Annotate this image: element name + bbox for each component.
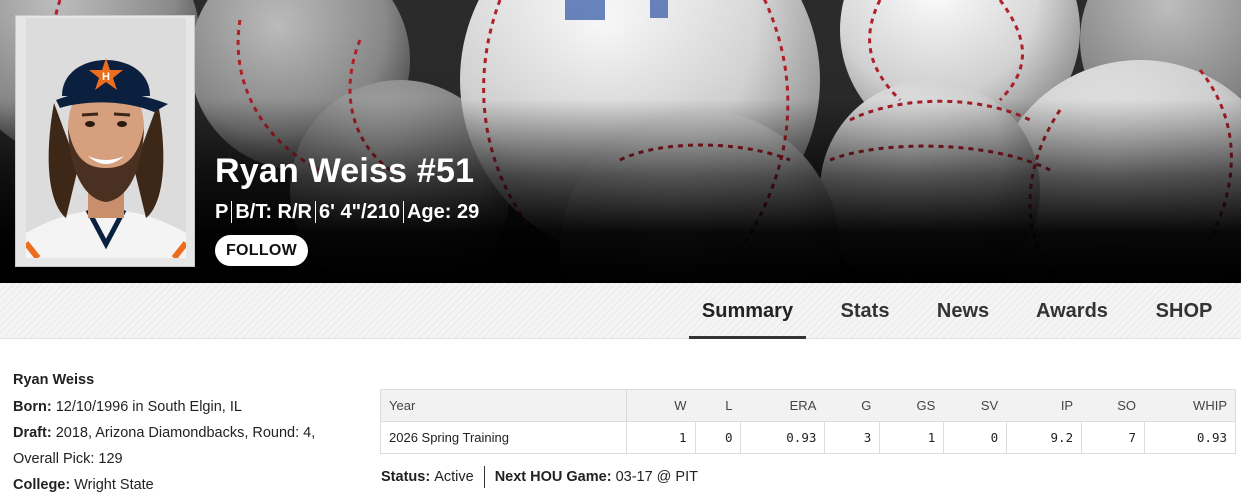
status-divider xyxy=(483,466,485,488)
stats-cell-l: 0 xyxy=(694,421,742,454)
stats-header-whip[interactable]: WHIP xyxy=(1144,389,1236,422)
stats-header-ip[interactable]: IP xyxy=(1006,389,1082,422)
stats-header-so[interactable]: SO xyxy=(1081,389,1145,422)
svg-text:H: H xyxy=(102,71,110,83)
bio-born-value: 12/10/1996 in South Elgin, IL xyxy=(55,399,242,415)
status-value: Active xyxy=(434,469,474,485)
player-headshot-image: H xyxy=(26,18,186,258)
player-bats-throws: B/T: R/R xyxy=(235,200,313,223)
stats-cell-so: 7 xyxy=(1081,421,1146,454)
status-label: Status: xyxy=(381,469,431,485)
player-hero: H Ryan Weiss #51 P B/T: R/R 6' 4"/210 Ag… xyxy=(0,0,1241,283)
stats-header-row: Year W L ERA G GS SV IP SO WHIP xyxy=(380,389,1236,422)
stats-cell-w: 1 xyxy=(625,421,696,454)
player-headshot-frame: H xyxy=(15,15,195,267)
stats-cell-gs: 1 xyxy=(879,421,945,454)
stats-cell-sv: 0 xyxy=(943,421,1008,454)
stats-header-sv[interactable]: SV xyxy=(943,389,1007,422)
bio-college-value: Wright State xyxy=(74,477,154,493)
stats-cell-ip: 9.2 xyxy=(1006,421,1083,454)
stats-header-gs[interactable]: GS xyxy=(879,389,944,422)
bio-draft-value: 2018, Arizona Diamondbacks, Round: 4, xyxy=(55,425,316,441)
meta-divider xyxy=(231,201,233,223)
bio-born: Born: 12/10/1996 in South Elgin, IL xyxy=(13,394,358,420)
stats-header-year[interactable]: Year xyxy=(380,389,627,422)
next-game-label: Next HOU Game: xyxy=(494,469,612,485)
bio-college: College: Wright State xyxy=(13,472,358,498)
bio-full-name: Ryan Weiss xyxy=(13,372,95,388)
tab-news[interactable]: News xyxy=(924,283,1002,339)
player-bio: Ryan Weiss Born: 12/10/1996 in South Elg… xyxy=(13,370,358,498)
stats-header-l[interactable]: L xyxy=(695,389,741,422)
bio-born-label: Born: xyxy=(13,399,52,415)
bio-draft-label: Draft: xyxy=(13,425,52,441)
player-status-row: Status: Active Next HOU Game: 03-17 @ PI… xyxy=(381,466,698,488)
tab-awards[interactable]: Awards xyxy=(1022,283,1122,339)
stats-header-era[interactable]: ERA xyxy=(740,389,825,422)
next-game-value[interactable]: 03-17 @ PIT xyxy=(616,469,698,485)
player-height-weight: 6' 4"/210 xyxy=(319,200,400,223)
tab-shop[interactable]: SHOP xyxy=(1142,283,1226,339)
table-row: 2026 Spring Training 1 0 0.93 3 1 0 9.2 … xyxy=(380,421,1236,454)
stats-cell-whip: 0.93 xyxy=(1144,421,1236,454)
tab-summary[interactable]: Summary xyxy=(689,283,806,339)
stats-header-w[interactable]: W xyxy=(626,389,696,422)
player-headshot: H xyxy=(26,18,186,258)
follow-button[interactable]: FOLLOW xyxy=(215,235,308,266)
stats-header-g[interactable]: G xyxy=(824,389,880,422)
bio-draft: Draft: 2018, Arizona Diamondbacks, Round… xyxy=(13,420,358,446)
meta-divider xyxy=(402,201,404,223)
player-tab-bar: Summary Stats News Awards SHOP xyxy=(0,283,1241,339)
stats-cell-era: 0.93 xyxy=(740,421,826,454)
bio-college-label: College: xyxy=(13,477,71,493)
stats-cell-year: 2026 Spring Training xyxy=(380,421,627,454)
player-position: P xyxy=(215,200,229,223)
pitching-stats-table: Year W L ERA G GS SV IP SO WHIP 2026 Spr… xyxy=(380,389,1236,454)
player-name-heading: Ryan Weiss #51 xyxy=(215,152,475,190)
player-bio-summary: P B/T: R/R 6' 4"/210 Age: 29 xyxy=(215,200,479,224)
player-age: Age: 29 xyxy=(406,200,480,223)
meta-divider xyxy=(315,201,317,223)
tab-stats[interactable]: Stats xyxy=(826,283,904,339)
bio-draft-overall-pick: Overall Pick: 129 xyxy=(13,451,123,467)
stats-cell-g: 3 xyxy=(824,421,881,454)
